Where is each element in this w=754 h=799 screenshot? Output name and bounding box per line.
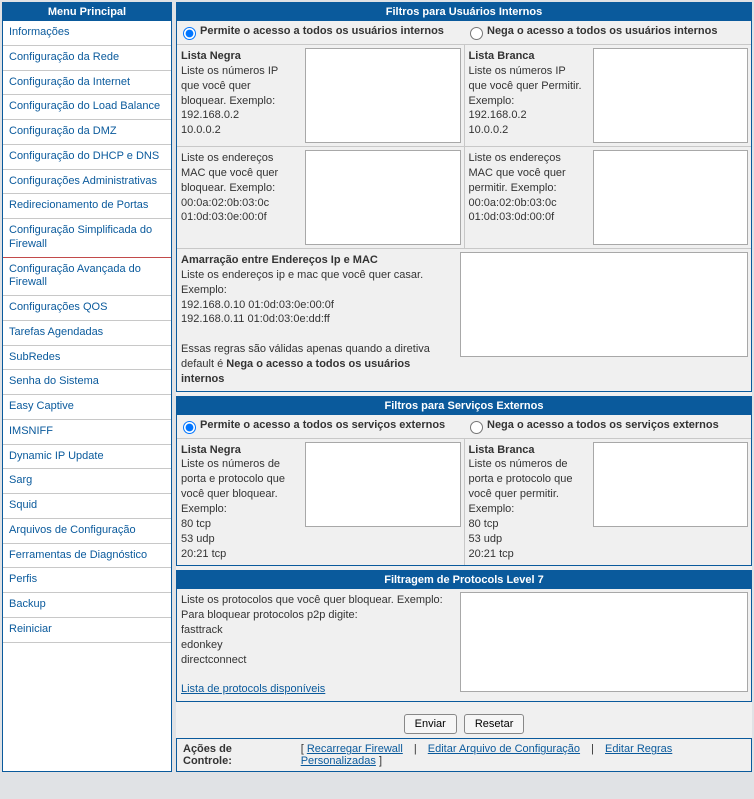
textarea-black-ip[interactable] [305,48,461,143]
sidebar-item-imsniff[interactable]: IMSNIFF [3,420,171,445]
sidebar-item-diag[interactable]: Ferramentas de Diagnóstico [3,544,171,569]
textarea-ext-white[interactable] [593,442,749,527]
submit-button[interactable]: Enviar [404,714,457,734]
reset-button[interactable]: Resetar [464,714,525,734]
radio-externos-allow-input[interactable] [183,421,196,434]
label-white-ip: Lista Branca Liste os números IP que voc… [465,45,590,146]
label-ext-black: Lista Negra Liste os números de porta e … [177,439,302,566]
textarea-white-ip[interactable] [593,48,749,143]
sidebar-item-easy-captive[interactable]: Easy Captive [3,395,171,420]
sidebar-item-backup[interactable]: Backup [3,593,171,618]
sidebar-item-restart[interactable]: Reiniciar [3,618,171,643]
control-links: [ Recarregar Firewall | Editar Arquivo d… [301,743,745,767]
radio-internos-allow[interactable]: Permite o acesso a todos os usuários int… [177,21,464,44]
sidebar-item-ports[interactable]: Redirecionamento de Portas [3,194,171,219]
textarea-white-mac[interactable] [593,150,749,245]
sidebar-item-sarg[interactable]: Sarg [3,469,171,494]
sidebar-item-admin[interactable]: Configurações Administrativas [3,170,171,195]
textarea-ipmac[interactable] [460,252,748,357]
sidebar-item-rede[interactable]: Configuração da Rede [3,46,171,71]
radio-internos-deny-input[interactable] [470,27,483,40]
sidebar-item-dyn-ip[interactable]: Dynamic IP Update [3,445,171,470]
panel-externos: Filtros para Serviços Externos Permite o… [176,396,752,567]
radio-internos-allow-input[interactable] [183,27,196,40]
sidebar-item-internet[interactable]: Configuração da Internet [3,71,171,96]
control-label: Ações de Controle: [183,743,271,767]
radio-internos-deny-label: Nega o acesso a todos os usuários intern… [487,25,717,37]
link-reload-firewall[interactable]: Recarregar Firewall [307,743,403,755]
sidebar-item-firewall-adv[interactable]: Configuração Avançada do Firewall [3,258,171,297]
radio-internos-deny[interactable]: Nega o acesso a todos os usuários intern… [464,21,751,44]
sidebar-item-dmz[interactable]: Configuração da DMZ [3,120,171,145]
sidebar-item-load-balance[interactable]: Configuração do Load Balance [3,95,171,120]
textarea-ext-black[interactable] [305,442,461,527]
radio-internos-allow-label: Permite o acesso a todos os usuários int… [200,25,444,37]
textarea-l7[interactable] [460,592,748,692]
main-content: Filtros para Usuários Internos Permite o… [176,2,752,772]
sidebar-title: Menu Principal [3,3,171,21]
sidebar: Menu Principal Informações Configuração … [2,2,172,772]
label-white-mac: Liste os endereços MAC que você quer per… [465,147,590,248]
panel-externos-header: Filtros para Serviços Externos [177,397,751,415]
sidebar-item-subnets[interactable]: SubRedes [3,346,171,371]
panel-internos-header: Filtros para Usuários Internos [177,3,751,21]
label-ext-white: Lista Branca Liste os números de porta e… [465,439,590,566]
sidebar-item-qos[interactable]: Configurações QOS [3,296,171,321]
link-l7-protocols[interactable]: Lista de protocols disponíveis [181,683,325,695]
label-l7: Liste os protocolos que você quer bloque… [177,589,457,701]
button-row: Enviar Resetar [176,706,752,738]
radio-externos-deny[interactable]: Nega o acesso a todos os serviços extern… [464,415,751,438]
sidebar-item-squid[interactable]: Squid [3,494,171,519]
sidebar-item-tasks[interactable]: Tarefas Agendadas [3,321,171,346]
radio-externos-allow-label: Permite o acesso a todos os serviços ext… [200,419,445,431]
sidebar-item-dhcp-dns[interactable]: Configuração do DHCP e DNS [3,145,171,170]
sidebar-item-conf-files[interactable]: Arquivos de Configuração [3,519,171,544]
link-edit-conf[interactable]: Editar Arquivo de Configuração [428,743,580,755]
radio-externos-deny-input[interactable] [470,421,483,434]
label-ipmac: Amarração entre Endereços Ip e MAC Liste… [177,249,457,391]
sidebar-item-password[interactable]: Senha do Sistema [3,370,171,395]
label-black-ip: Lista Negra Liste os números IP que você… [177,45,302,146]
sidebar-item-info[interactable]: Informações [3,21,171,46]
control-actions: Ações de Controle: [ Recarregar Firewall… [176,738,752,772]
panel-l7-header: Filtragem de Protocols Level 7 [177,571,751,589]
label-black-mac: Liste os endereços MAC que você quer blo… [177,147,302,248]
radio-externos-deny-label: Nega o acesso a todos os serviços extern… [487,419,719,431]
textarea-black-mac[interactable] [305,150,461,245]
sidebar-item-firewall-simple[interactable]: Configuração Simplificada do Firewall [3,219,171,258]
panel-internos: Filtros para Usuários Internos Permite o… [176,2,752,392]
panel-l7: Filtragem de Protocols Level 7 Liste os … [176,570,752,702]
sidebar-item-profiles[interactable]: Perfis [3,568,171,593]
radio-externos-allow[interactable]: Permite o acesso a todos os serviços ext… [177,415,464,438]
